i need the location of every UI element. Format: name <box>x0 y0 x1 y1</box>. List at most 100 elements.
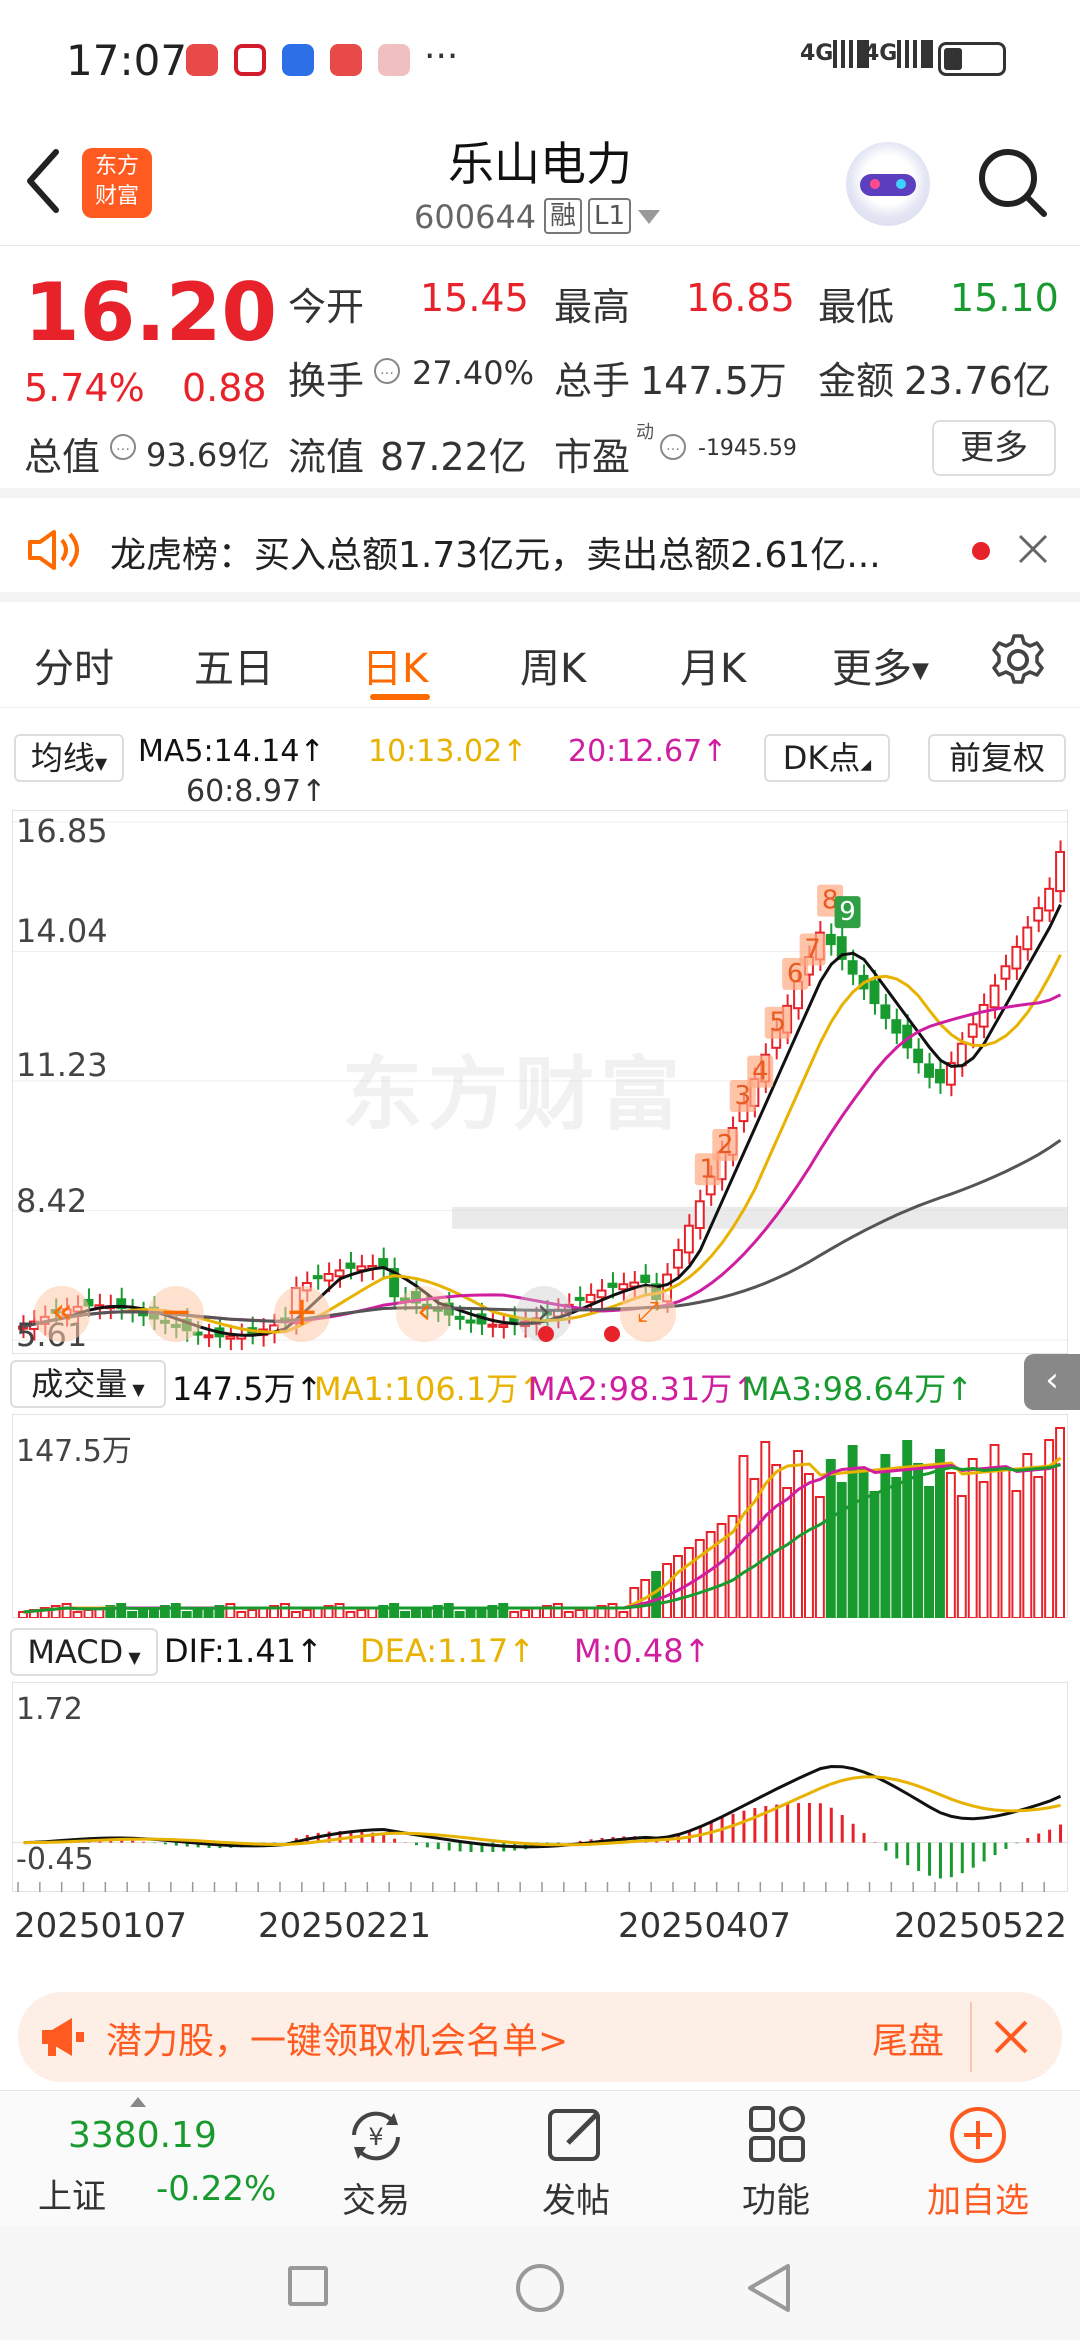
td-count-label: 5 <box>764 1006 791 1039</box>
search-icon[interactable] <box>976 146 1050 224</box>
candle-body <box>345 1262 356 1269</box>
dragon-tiger-notice[interactable]: 龙虎榜：买入总额1.73亿元，卖出总额2.61亿... <box>0 498 1080 602</box>
volume-max-label: 147.5万 <box>16 1434 132 1469</box>
scroll-left-icon[interactable]: « <box>34 1286 90 1342</box>
turnover-info-icon[interactable]: … <box>374 358 400 384</box>
nav-trade-label: 交易 <box>342 2181 410 2221</box>
volume-bar <box>290 1611 301 1619</box>
banner-right-text: 尾盘 <box>872 2021 945 2062</box>
change-amount: 0.88 <box>182 366 267 410</box>
high-value: 16.85 <box>686 276 795 320</box>
dk-point-button[interactable]: DK点◢ <box>764 734 890 782</box>
close-icon[interactable] <box>1016 532 1050 570</box>
volume-indicator-row: 成交量 ▼ 147.5万↑ MA1:106.1万↑ MA2:98.31万↑ MA… <box>0 1354 1080 1414</box>
candle-body <box>880 1004 891 1019</box>
fullscreen-icon[interactable]: ⤢ <box>620 1286 676 1342</box>
candle-body <box>825 933 836 946</box>
index-change: -0.22% <box>156 2169 277 2209</box>
open-value: 15.45 <box>420 276 529 320</box>
turnover-label: 换手 <box>288 359 365 403</box>
volume-bar <box>334 1603 345 1619</box>
stock-code: 600644 <box>414 198 537 236</box>
ma20-value: 20:12.67↑ <box>568 734 728 769</box>
unread-dot <box>972 542 990 560</box>
date-label-1: 20250107 <box>14 1906 188 1946</box>
step-left-icon[interactable]: ‹ <box>396 1286 452 1342</box>
date-label-2: 20250221 <box>258 1906 432 1946</box>
index-quote[interactable]: 3380.19 上证 -0.22% <box>0 2091 290 2227</box>
tab-intraday[interactable]: 分时 <box>34 636 114 694</box>
volume-value: 147.5万 <box>640 359 787 403</box>
volume-current: 147.5万↑ <box>172 1370 323 1408</box>
volume-chart[interactable]: 147.5万 <box>11 1413 1069 1619</box>
stock-header: 东方 财富 乐山电力 600644 融 L1 <box>0 120 1080 246</box>
dropdown-caret-icon[interactable] <box>638 210 660 224</box>
nav-functions[interactable]: 功能 <box>676 2091 876 2227</box>
volume-bar <box>913 1463 924 1619</box>
robot-assistant-icon[interactable] <box>846 142 930 226</box>
volume-svg <box>11 1413 1069 1619</box>
nav-functions-label: 功能 <box>742 2181 810 2221</box>
huawei-app-icon-2 <box>330 44 362 76</box>
zoom-out-icon[interactable]: − <box>148 1286 204 1342</box>
watermark: 东方财富 <box>342 1048 686 1141</box>
volume-bar <box>116 1603 127 1619</box>
settings-gear-icon[interactable] <box>990 632 1046 692</box>
level-tag: L1 <box>588 198 632 234</box>
candle-body <box>225 1335 236 1340</box>
more-button[interactable]: 更多 <box>932 420 1056 476</box>
back-nav-icon[interactable] <box>744 2262 792 2318</box>
td-count-text: 7 <box>804 934 821 964</box>
floatcap-value: 87.22亿 <box>380 435 527 479</box>
nav-trade[interactable]: ¥ 交易 <box>276 2091 476 2227</box>
more-dots-icon: ··· <box>424 36 459 77</box>
volume-selector[interactable]: 成交量 ▼ <box>10 1360 166 1408</box>
volume-bar <box>825 1459 836 1619</box>
chart-tabs: 分时 五日 日K 周K 月K 更多▼ <box>0 612 1080 708</box>
pe-label: 市盈 <box>554 435 631 479</box>
grid-apps-icon <box>748 2105 806 2167</box>
nav-add-watchlist[interactable]: 加自选 <box>878 2091 1078 2227</box>
volume-bar <box>498 1603 509 1619</box>
macd-chart[interactable]: 1.72 -0.45 <box>11 1681 1069 1893</box>
ma-indicator-row: 均线▼ MA5:14.14↑ 10:13.02↑ 20:12.67↑ 60:8.… <box>0 720 1080 810</box>
amount-label: 金额 <box>818 359 895 403</box>
promo-banner[interactable]: 潜力股，一键领取机会名单> 尾盘 <box>18 1992 1062 2082</box>
candle-body <box>465 1319 476 1324</box>
nav-post-label: 发帖 <box>542 2181 610 2221</box>
restore-button[interactable]: 前复权 <box>928 734 1066 782</box>
system-navigation-bar <box>0 2226 1080 2340</box>
tab-more[interactable]: 更多▼ <box>832 636 929 694</box>
candle-body <box>1011 945 1022 970</box>
collapse-panel-icon[interactable]: ‹ <box>1024 1354 1080 1410</box>
signal-icon-2: 4G <box>864 40 934 68</box>
battery-icon <box>938 42 1006 76</box>
volume-bar <box>869 1491 880 1619</box>
zoom-in-icon[interactable]: + <box>274 1286 330 1342</box>
volume-bar <box>301 1609 312 1619</box>
macd-selector[interactable]: MACD ▼ <box>10 1628 158 1676</box>
tab-five-day[interactable]: 五日 <box>194 636 274 694</box>
tab-monthly-k[interactable]: 月K <box>680 636 746 694</box>
nav-add-watchlist-label: 加自选 <box>927 2181 1029 2221</box>
td-count-label: 2 <box>712 1128 739 1161</box>
tab-weekly-k[interactable]: 周K <box>520 636 586 694</box>
banner-close-icon[interactable] <box>992 2018 1030 2060</box>
ma-selector[interactable]: 均线▼ <box>14 734 124 782</box>
price-label-2: 14.04 <box>16 912 108 950</box>
home-icon[interactable] <box>516 2264 564 2312</box>
caret-down-icon: ▼ <box>912 658 929 684</box>
pe-info-icon[interactable]: … <box>660 434 686 460</box>
tab-daily-k[interactable]: 日K <box>362 636 428 694</box>
edit-post-icon <box>546 2105 606 2169</box>
nav-post[interactable]: 发帖 <box>476 2091 676 2227</box>
macd-svg <box>11 1681 1069 1893</box>
mktcap-info-icon[interactable]: … <box>110 434 136 460</box>
candle-body <box>487 1323 498 1328</box>
volume-bar <box>967 1458 978 1619</box>
recent-apps-icon[interactable] <box>288 2266 328 2306</box>
candle-body <box>312 1275 323 1280</box>
candlestick-chart[interactable]: 123456789 东方财富 16.85 14.04 11.23 8.42 5.… <box>11 809 1069 1355</box>
macd-dif: DIF:1.41↑ <box>164 1632 323 1670</box>
index-value: 3380.19 <box>68 2115 217 2156</box>
